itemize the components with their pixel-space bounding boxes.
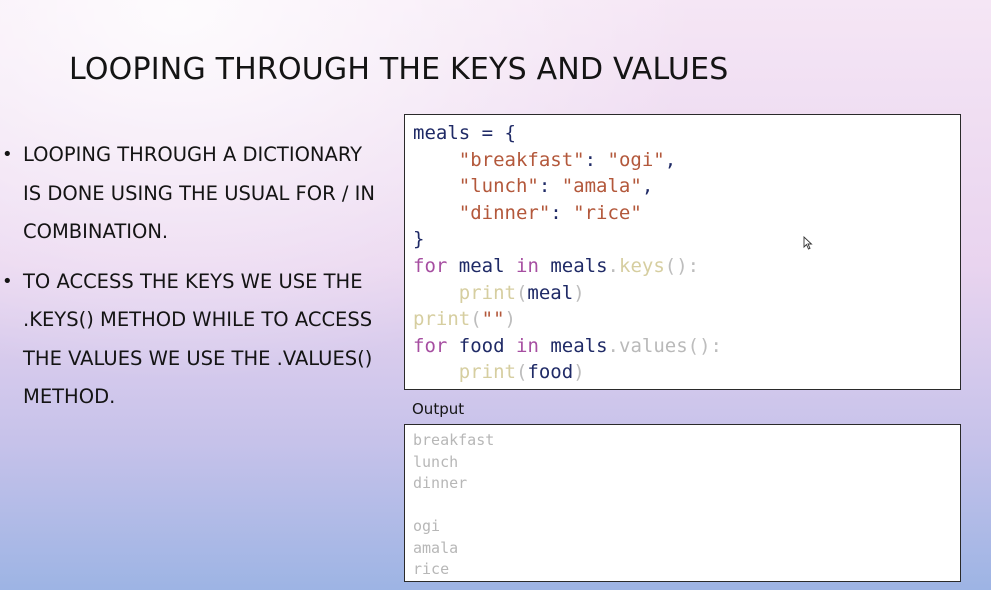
output-line: ogi (413, 517, 441, 535)
bullet-text: Looping through a dictionary is done usi… (23, 143, 375, 243)
bullet-list: • Looping through a dictionary is done us… (0, 136, 385, 428)
code-line: print("") (413, 308, 516, 331)
output-label: Output (412, 400, 465, 418)
code-line: for food in meals.values(): (413, 334, 722, 357)
bullet-icon: • (2, 144, 13, 165)
mouse-pointer-icon (803, 236, 813, 250)
output-line: breakfast (413, 431, 495, 449)
bullet-text: To access the keys we use the .keys() me… (23, 269, 373, 409)
code-line: "breakfast": "ogi", (458, 148, 677, 171)
code-editor[interactable]: meals = { "breakfast": "ogi", "lunch": "… (404, 114, 961, 390)
output-line: dinner (413, 474, 468, 492)
slide-title: LOOPING THROUGH THE KEYS AND VALUES (69, 52, 729, 87)
code-line: print(meal) (458, 281, 585, 304)
output-console: breakfast lunch dinner ogi amala rice (404, 424, 961, 582)
output-line: rice (413, 560, 450, 578)
code-line: "lunch": "amala", (458, 175, 654, 198)
bullet-item: • Looping through a dictionary is done us… (0, 136, 385, 252)
code-line: for meal in meals.keys(): (413, 254, 700, 277)
bullet-item: • To access the keys we use the .keys() m… (0, 263, 385, 417)
code-line: print(food) (458, 361, 585, 384)
code-line: } (413, 228, 425, 251)
code-line: "dinner": "rice" (458, 201, 642, 224)
code-line: meals = { (413, 122, 516, 144)
output-line: lunch (413, 452, 459, 471)
bullet-icon: • (2, 270, 13, 292)
output-line: amala (413, 538, 459, 557)
